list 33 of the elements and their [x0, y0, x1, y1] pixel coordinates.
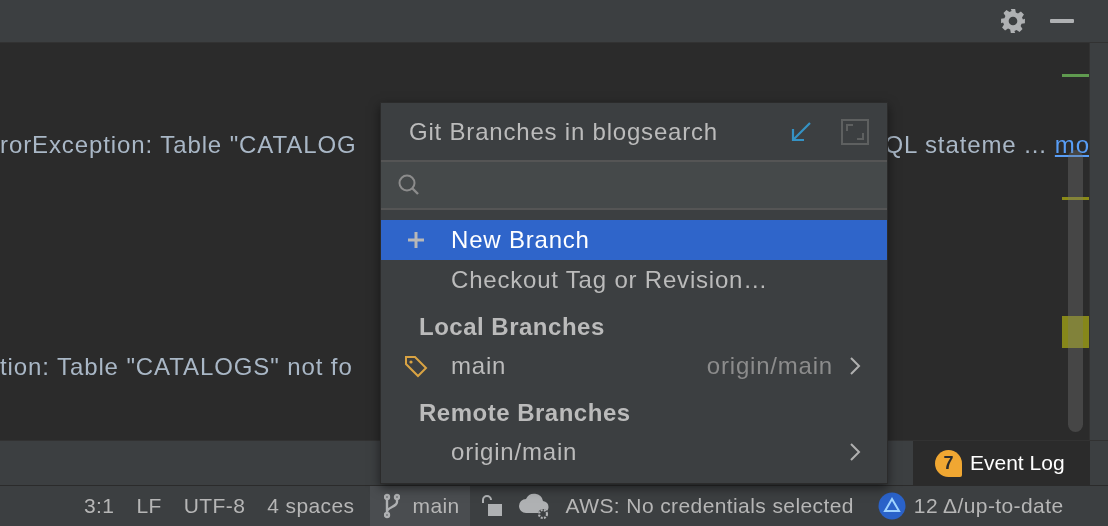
branch-item[interactable]: origin/main — [381, 432, 887, 472]
menu-item[interactable]: Checkout Tag or Revision… — [381, 260, 887, 300]
tracking-branch: origin/main — [706, 352, 833, 380]
resize-icon[interactable] — [841, 118, 869, 145]
log-text: tion: Table "CATALOGS" not fo — [0, 353, 353, 381]
plus-icon — [407, 231, 425, 249]
event-log-tab[interactable]: 7 Event Log — [913, 441, 1090, 485]
chevron-right-icon — [849, 442, 861, 462]
section-heading: Remote Branches — [418, 398, 632, 428]
branch-item[interactable]: main origin/main — [381, 346, 887, 386]
marker-stripe — [1062, 316, 1090, 348]
branch-widget[interactable]: main — [370, 486, 470, 526]
log-text: rorException: Table "CATALOG — [0, 131, 357, 159]
search-icon — [397, 173, 421, 197]
aws-status[interactable]: AWS: No credentials selected — [565, 494, 854, 518]
more-link[interactable]: mo — [1054, 131, 1090, 159]
section-heading: Local Branches — [418, 312, 606, 342]
arrow-icon[interactable] — [789, 119, 813, 144]
status-item[interactable]: UTF-8 — [183, 494, 246, 518]
vcs-status[interactable]: 12 Δ/up-to-date — [913, 494, 1064, 518]
status-item[interactable]: 3:1 — [84, 494, 115, 518]
branch-icon — [384, 493, 401, 519]
notification-badge: 7 — [935, 449, 962, 477]
menu-item[interactable]: New Branch — [381, 220, 887, 260]
marker-stripe — [1062, 197, 1090, 200]
status-item[interactable]: LF — [136, 494, 162, 518]
chevron-right-icon — [849, 356, 861, 376]
unlocked-lock-icon[interactable] — [479, 495, 504, 517]
marker-stripe — [1062, 74, 1090, 77]
settings-icon[interactable] — [1000, 8, 1026, 34]
popup-title: Git Branches in blogsearch — [409, 117, 719, 146]
search-field[interactable] — [381, 162, 887, 210]
status-item[interactable]: 4 spaces — [267, 494, 355, 518]
